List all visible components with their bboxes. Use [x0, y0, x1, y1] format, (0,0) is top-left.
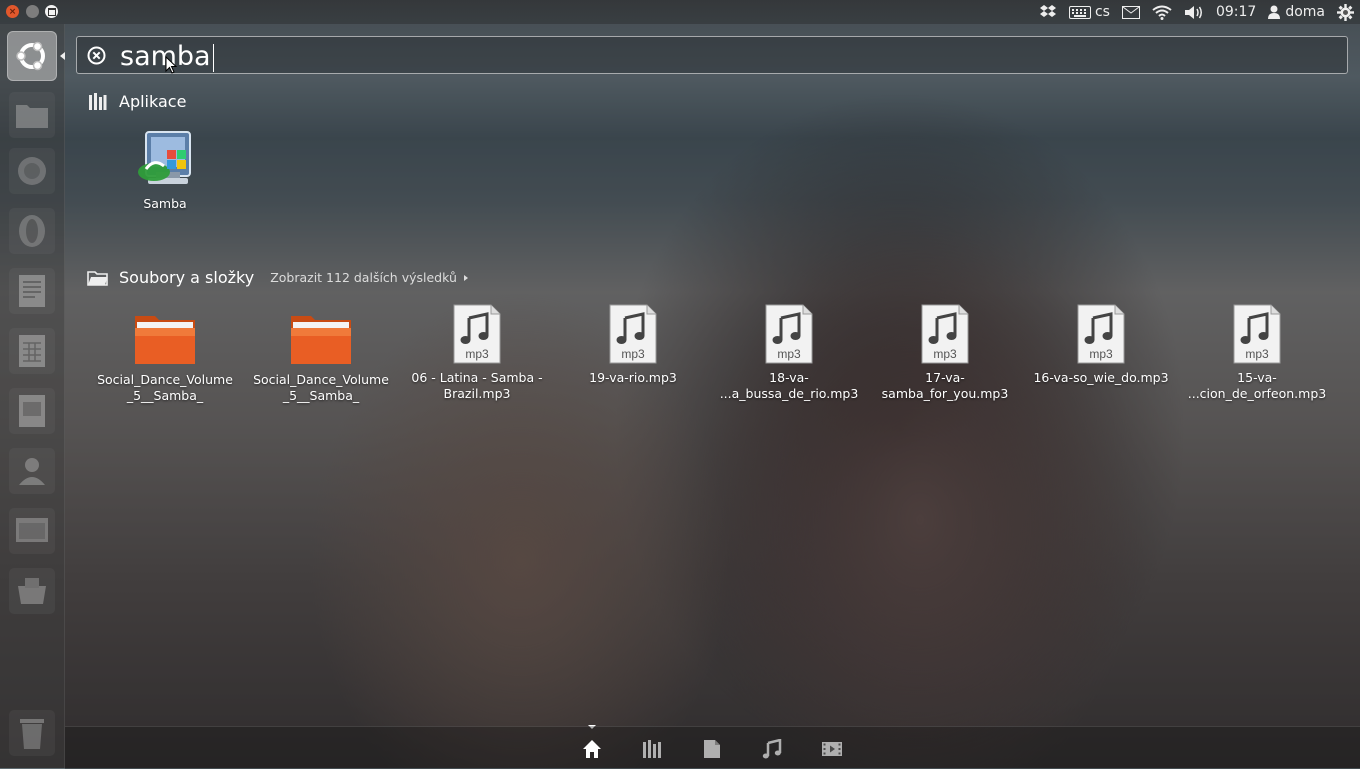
session-gear-icon[interactable] — [1337, 3, 1354, 21]
applications-lens-icon[interactable] — [640, 737, 664, 761]
file-label-line2: ...cion_de_orfeon.mp3 — [1187, 386, 1327, 401]
folder-category-icon — [87, 271, 108, 286]
ubuntu-logo-icon — [16, 41, 45, 71]
launcher-firefox-icon[interactable] — [9, 148, 55, 194]
file-label-line2: _5__Samba_ — [126, 388, 204, 403]
volume-icon[interactable] — [1184, 5, 1204, 20]
expand-arrow-icon[interactable] — [463, 274, 468, 281]
file-result-mp3[interactable]: mp3 15-va- ...cion_de_orfeon.mp3 — [1182, 304, 1332, 402]
launcher — [0, 24, 65, 768]
file-result-folder[interactable]: Social_Dance_Volume _5__Samba_ — [90, 310, 240, 404]
file-label-line2: samba_for_you.mp3 — [881, 386, 1009, 401]
mail-icon[interactable] — [1121, 5, 1140, 19]
applications-category-title: Aplikace — [119, 92, 187, 111]
samba-app-icon — [90, 128, 240, 190]
launcher-impress-icon[interactable] — [9, 388, 55, 434]
indicator-area: cs 09:17 doma — [1033, 0, 1360, 24]
text-caret — [212, 43, 214, 72]
launcher-files-icon[interactable] — [9, 92, 55, 138]
file-result-mp3[interactable]: mp3 06 - Latina - Samba - Brazil.mp3 — [402, 304, 552, 402]
home-lens-icon[interactable] — [580, 737, 604, 761]
video-lens-icon[interactable] — [820, 737, 844, 761]
file-label-line1: 16-va-so_wie_do.mp3 — [1033, 370, 1169, 385]
launcher-writer-icon[interactable] — [9, 268, 55, 314]
applications-lens-icon — [89, 93, 107, 110]
file-label-line2: ...a_bussa_de_rio.mp3 — [719, 386, 859, 401]
launcher-workspace-switcher-icon[interactable] — [9, 568, 55, 614]
audio-file-icon: mp3 — [1182, 304, 1332, 364]
file-result-folder[interactable]: Social_Dance_Volume _5__Samba_ — [246, 310, 396, 404]
folder-icon — [246, 310, 396, 366]
file-result-mp3[interactable]: mp3 18-va- ...a_bussa_de_rio.mp3 — [714, 304, 864, 402]
dash-home-button[interactable] — [7, 31, 57, 81]
launcher-software-center-icon[interactable] — [9, 448, 55, 494]
file-label-line1: 19-va-rio.mp3 — [589, 370, 677, 385]
file-label-line1: 15-va- — [1237, 370, 1277, 385]
user-icon — [1268, 5, 1281, 19]
clear-search-icon[interactable] — [87, 46, 106, 65]
lens-bar — [65, 726, 1360, 769]
launcher-settings-icon[interactable] — [9, 508, 55, 554]
mp3-badge: mp3 — [933, 347, 957, 361]
applications-category-header: Aplikace — [88, 92, 186, 111]
file-label-line1: Social_Dance_Volume — [253, 372, 389, 387]
mp3-badge: mp3 — [1245, 347, 1269, 361]
file-label-line2: Brazil.mp3 — [443, 386, 511, 401]
audio-file-icon: mp3 — [714, 304, 864, 364]
keyboard-layout-label: cs — [1094, 4, 1110, 20]
launcher-trash-icon[interactable] — [9, 710, 55, 756]
launcher-opera-icon[interactable] — [9, 208, 55, 254]
folder-icon — [90, 310, 240, 366]
window-close-button[interactable]: × — [6, 5, 19, 18]
dropbox-icon[interactable] — [1039, 4, 1057, 20]
audio-file-icon: mp3 — [870, 304, 1020, 364]
app-result-label: Samba — [143, 196, 187, 211]
files-lens-icon[interactable] — [700, 737, 724, 761]
mouse-pointer-icon — [165, 56, 177, 74]
files-category-title: Soubory a složky — [119, 268, 255, 287]
dash-search-box[interactable]: samba — [76, 36, 1348, 74]
file-label-line1: 17-va- — [925, 370, 965, 385]
keyboard-indicator[interactable]: cs — [1068, 4, 1110, 20]
show-more-results-link[interactable]: Zobrazit 112 dalších výsledků — [270, 270, 457, 285]
user-name: doma — [1285, 4, 1325, 20]
file-label-line1: 06 - Latina - Samba - — [411, 370, 543, 385]
audio-file-icon: mp3 — [558, 304, 708, 364]
user-indicator[interactable]: doma — [1268, 4, 1325, 20]
music-lens-icon[interactable] — [760, 737, 784, 761]
top-panel: × cs 09:17 doma — [0, 0, 1360, 24]
file-result-mp3[interactable]: mp3 17-va-samba_for_you.mp3 — [870, 304, 1020, 402]
launcher-active-arrow — [60, 52, 65, 60]
keyboard-icon — [1068, 5, 1091, 19]
file-label-line2: _5__Samba_ — [282, 388, 360, 403]
clock-label[interactable]: 09:17 — [1216, 4, 1256, 20]
files-category-header: Soubory a složky Zobrazit 112 dalších vý… — [87, 268, 468, 287]
mp3-badge: mp3 — [621, 347, 645, 361]
file-result-mp3[interactable]: mp3 19-va-rio.mp3 — [558, 304, 708, 386]
launcher-calc-icon[interactable] — [9, 328, 55, 374]
file-label-line1: Social_Dance_Volume — [97, 372, 233, 387]
wifi-icon[interactable] — [1152, 5, 1172, 20]
mp3-badge: mp3 — [1089, 347, 1113, 361]
mp3-badge: mp3 — [465, 347, 489, 361]
app-result-samba[interactable]: Samba — [90, 128, 240, 212]
audio-file-icon: mp3 — [1026, 304, 1176, 364]
file-label-line1: 18-va- — [769, 370, 809, 385]
window-maximize-button[interactable] — [45, 5, 58, 18]
audio-file-icon: mp3 — [402, 304, 552, 364]
file-result-mp3[interactable]: mp3 16-va-so_wie_do.mp3 — [1026, 304, 1176, 386]
mp3-badge: mp3 — [777, 347, 801, 361]
window-minimize-button[interactable] — [26, 5, 39, 18]
